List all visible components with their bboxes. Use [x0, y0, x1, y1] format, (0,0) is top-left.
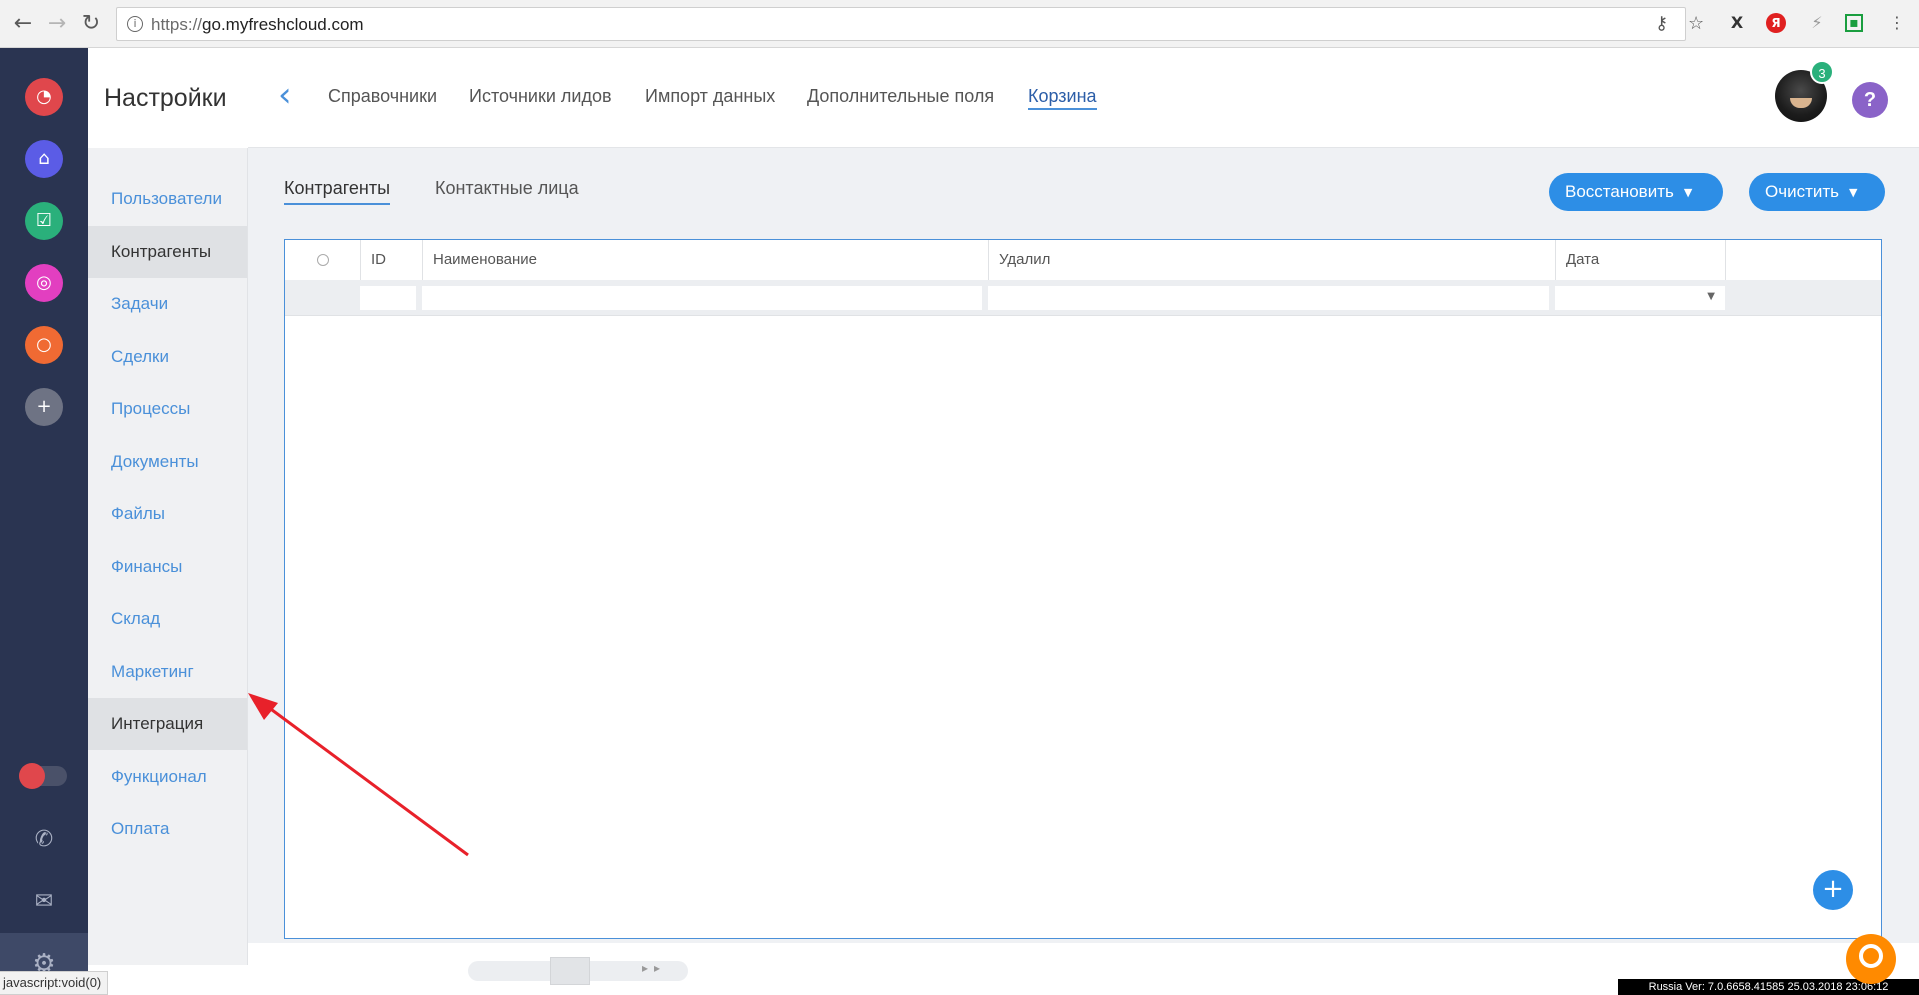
- target-app-icon[interactable]: ◎: [25, 264, 63, 302]
- filter-name-input[interactable]: [422, 286, 982, 310]
- select-all-radio[interactable]: [317, 254, 329, 266]
- sidebar-item-functionality[interactable]: Функционал: [88, 751, 247, 803]
- sidebar-item-finance[interactable]: Финансы: [88, 541, 247, 593]
- phone-icon[interactable]: ✆: [28, 824, 60, 856]
- menu-kebab-icon[interactable]: ⋮: [1886, 12, 1908, 34]
- clear-button-label: Очистить: [1765, 182, 1840, 201]
- info-icon[interactable]: i: [127, 16, 143, 32]
- subtab-contacts[interactable]: Контактные лица: [435, 178, 579, 199]
- sidebar-item-deals[interactable]: Сделки: [88, 331, 247, 383]
- toggle-knob: [19, 763, 45, 789]
- filter-row: ▼: [285, 280, 1881, 316]
- table-header: ID Наименование Удалил Дата: [285, 240, 1881, 280]
- shield-extension-icon[interactable]: ▪: [1845, 14, 1863, 32]
- address-bar[interactable]: i https://go.myfreshcloud.com ⚷ ☆: [116, 7, 1704, 41]
- settings-sidebar: Настройки Пользователи Контрагенты Задач…: [88, 48, 248, 965]
- caret-down-icon: ▼: [1849, 186, 1858, 199]
- app-rail: ◔ ⌂ ☑ ◎ ○ + ✆ ✉ ⚙: [0, 48, 88, 995]
- yandex-extension-icon[interactable]: Я: [1766, 13, 1786, 33]
- column-header-spacer: [1725, 240, 1881, 280]
- reload-icon[interactable]: ↻: [78, 10, 104, 38]
- sidebar-item-tasks[interactable]: Задачи: [88, 278, 247, 330]
- column-header-date[interactable]: Дата: [1555, 240, 1725, 280]
- sidebar-item-users[interactable]: Пользователи: [88, 173, 247, 225]
- forward-arrow-icon[interactable]: →: [44, 10, 70, 38]
- sidebar-title: Настройки: [104, 84, 227, 112]
- notification-badge: 3: [1810, 60, 1834, 84]
- caret-down-icon: ▼: [1683, 186, 1693, 199]
- dropdown-caret-icon: ▼: [1707, 291, 1715, 302]
- sidebar-item-files[interactable]: Файлы: [88, 488, 247, 540]
- tab-references[interactable]: Справочники: [328, 86, 437, 107]
- add-floating-button[interactable]: +: [1813, 870, 1853, 910]
- circle-app-icon[interactable]: ○: [25, 326, 63, 364]
- tab-trash[interactable]: Корзина: [1028, 86, 1097, 110]
- column-header-id[interactable]: ID: [360, 240, 422, 280]
- sidebar-item-counterparties[interactable]: Контрагенты: [88, 226, 247, 278]
- filter-id-input[interactable]: [360, 286, 416, 310]
- tasks-app-icon[interactable]: ☑: [25, 202, 63, 240]
- sidebar-item-integration[interactable]: Интеграция: [88, 698, 247, 750]
- help-button[interactable]: ?: [1852, 82, 1888, 118]
- clear-button[interactable]: Очистить ▼: [1749, 173, 1885, 211]
- chat-widget-icon[interactable]: [1846, 934, 1896, 984]
- x-extension-icon[interactable]: X: [1726, 12, 1748, 34]
- filter-date-select[interactable]: ▼: [1555, 286, 1725, 310]
- key-icon[interactable]: ⚷: [1655, 13, 1668, 34]
- column-header-name[interactable]: Наименование: [422, 240, 988, 280]
- column-header-deleted-by[interactable]: Удалил: [988, 240, 1555, 280]
- tab-data-import[interactable]: Импорт данных: [645, 86, 775, 107]
- tab-lead-sources[interactable]: Источники лидов: [469, 86, 612, 107]
- settings-header: ‹ Справочники Источники лидов Импорт дан…: [248, 48, 1919, 148]
- sidebar-item-warehouse[interactable]: Склад: [88, 593, 247, 645]
- trash-table: ID Наименование Удалил Дата ▼: [284, 239, 1882, 939]
- main-content: Контрагенты Контактные лица Восстановить…: [248, 148, 1919, 943]
- pdf-extension-icon[interactable]: ⚡: [1806, 12, 1828, 34]
- status-link-preview: javascript:void(0): [0, 971, 109, 995]
- status-toggle[interactable]: [19, 763, 67, 789]
- subtab-counterparties[interactable]: Контрагенты: [284, 178, 391, 205]
- restore-button[interactable]: Восстановить ▼: [1549, 173, 1723, 211]
- sidebar-header: Настройки: [88, 48, 248, 148]
- tab-custom-fields[interactable]: Дополнительные поля: [807, 86, 994, 107]
- home-app-icon[interactable]: ⌂: [25, 140, 63, 178]
- pager-page-box[interactable]: [550, 957, 590, 985]
- browser-toolbar: ← → ↻ i https://go.myfreshcloud.com ⚷ ☆ …: [0, 0, 1919, 48]
- sidebar-item-marketing[interactable]: Маркетинг: [88, 646, 247, 698]
- chevron-left-icon[interactable]: ‹: [278, 78, 292, 112]
- add-app-icon[interactable]: +: [25, 388, 63, 426]
- restore-button-label: Восстановить: [1565, 182, 1674, 201]
- timer-app-icon[interactable]: ◔: [25, 78, 63, 116]
- mail-icon[interactable]: ✉: [28, 886, 60, 918]
- url-text[interactable]: https://go.myfreshcloud.com: [151, 15, 364, 35]
- sidebar-item-documents[interactable]: Документы: [88, 436, 247, 488]
- pager-arrow-icons[interactable]: ▸▸: [642, 961, 666, 975]
- filter-deleted-by-input[interactable]: [988, 286, 1549, 310]
- back-arrow-icon[interactable]: ←: [10, 10, 36, 38]
- sidebar-item-payment[interactable]: Оплата: [88, 803, 247, 855]
- sidebar-item-processes[interactable]: Процессы: [88, 383, 247, 435]
- star-icon[interactable]: ☆: [1688, 13, 1704, 34]
